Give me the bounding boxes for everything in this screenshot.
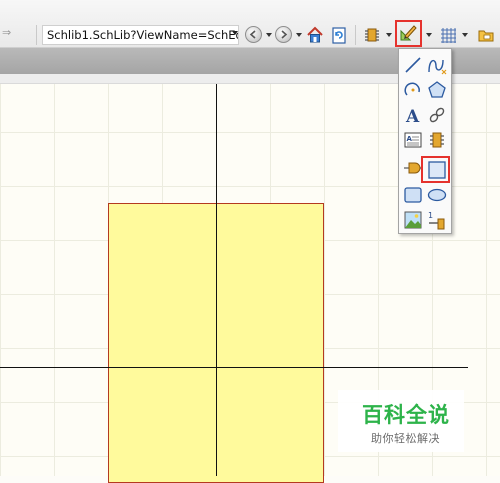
round-rectangle-icon[interactable] — [402, 184, 424, 206]
separator — [355, 25, 356, 45]
address-dropdown-arrow[interactable] — [232, 31, 238, 35]
chip-icon[interactable] — [362, 25, 382, 45]
toolbar: ⇒ Schlib1.SchLib?ViewName=SchEditor — [0, 0, 500, 48]
ellipse-icon[interactable] — [426, 184, 448, 206]
line-icon[interactable] — [402, 54, 424, 76]
watermark-title: 百科全说 — [362, 403, 450, 427]
circle-back-icon[interactable] — [245, 26, 262, 43]
graphic-image-icon[interactable] — [402, 209, 424, 231]
back-history-dropdown[interactable] — [266, 33, 272, 37]
pin-icon[interactable]: 1 — [426, 209, 448, 231]
separator — [36, 25, 37, 45]
pin-number-glyph: 1 — [428, 211, 433, 220]
folder-icon[interactable] — [476, 25, 496, 45]
drawing-tools-dropdown[interactable] — [426, 33, 432, 37]
forward-history-dropdown[interactable] — [296, 33, 302, 37]
rectangle-tool-highlight — [421, 156, 450, 183]
polygon-icon[interactable] — [426, 79, 448, 101]
bezier-icon[interactable] — [426, 54, 448, 76]
text-frame-icon[interactable]: A — [402, 129, 424, 151]
origin-axis-vertical — [216, 84, 217, 476]
watermark-subtitle: 助你轻松解决 — [371, 432, 440, 445]
grid-dropdown[interactable] — [462, 33, 468, 37]
grid-icon[interactable] — [438, 25, 458, 45]
svg-text:A: A — [407, 135, 413, 143]
component-part-icon[interactable] — [426, 129, 448, 151]
watermark-logo: 百科全说 助你轻松解决 — [338, 390, 464, 452]
drawing-tools-highlight — [395, 20, 422, 47]
refresh-doc-icon[interactable] — [329, 25, 349, 45]
origin-axis-horizontal — [0, 367, 468, 368]
circle-forward-icon[interactable] — [275, 26, 292, 43]
hyperlink-icon[interactable] — [426, 104, 448, 126]
component-dropdown[interactable] — [386, 33, 392, 37]
text-string-glyph: A — [405, 107, 420, 126]
nav-arrow-icon[interactable]: ⇒ — [2, 26, 11, 39]
home-icon[interactable] — [305, 25, 325, 45]
arc-icon[interactable] — [402, 79, 424, 101]
address-field[interactable]: Schlib1.SchLib?ViewName=SchEditor — [42, 25, 239, 45]
text-string-icon[interactable]: A — [402, 104, 424, 127]
drawing-tools-palette: A A 1 — [398, 48, 452, 234]
